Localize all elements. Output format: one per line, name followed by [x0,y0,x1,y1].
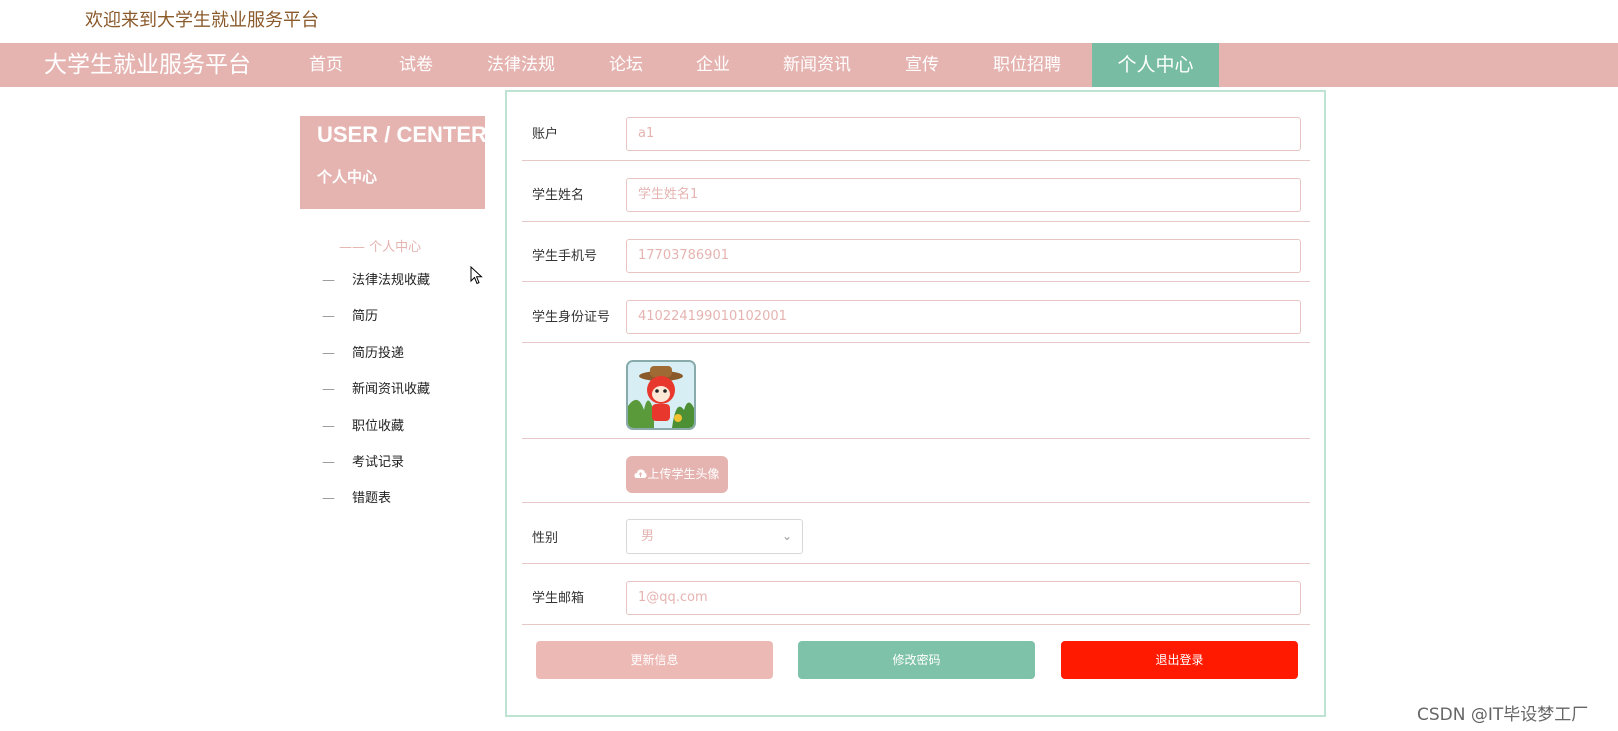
sidebar-item-label: 新闻资讯收藏 [352,382,431,397]
dash-icon: — [322,491,335,506]
gender-selected-value: 男 [641,529,655,544]
divider [522,221,1310,222]
nav-jobs[interactable]: 职位招聘 [993,43,1061,87]
dash-icon: — [322,346,335,361]
user-center-title-cn: 个人中心 [317,168,378,186]
student-email-label: 学生邮箱 [532,591,585,606]
upload-avatar-button[interactable]: 上传学生头像 [626,456,728,493]
welcome-text: 欢迎来到大学生就业服务平台 [85,10,319,31]
sidebar-item-resume-delivery[interactable]: — 简历投递 [322,344,404,364]
account-label: 账户 [532,127,559,142]
sidebar-item-resume[interactable]: — 简历 [322,307,378,327]
divider [522,502,1310,503]
nav-exam[interactable]: 试卷 [399,43,433,87]
upload-avatar-label: 上传学生头像 [647,467,720,481]
nav-company[interactable]: 企业 [696,43,730,87]
nav-promo[interactable]: 宣传 [905,43,939,87]
sidebar-item-news-favorites[interactable]: — 新闻资讯收藏 [322,380,430,400]
sidebar-item-label: 法律法规收藏 [352,273,431,288]
divider [522,281,1310,282]
update-info-button[interactable]: 更新信息 [536,641,773,679]
brand-title[interactable]: 大学生就业服务平台 [44,43,251,87]
student-email-input[interactable]: 1@qq.com [626,581,1301,615]
dash-icon: — [322,309,335,324]
sidebar-item-wrong-questions[interactable]: — 错题表 [322,489,391,509]
student-avatar-image [626,360,696,430]
student-idcard-label: 学生身份证号 [532,310,611,325]
student-phone-input[interactable]: 17703786901 [626,239,1301,273]
student-idcard-input[interactable]: 410224199010102001 [626,300,1301,334]
student-phone-label: 学生手机号 [532,249,598,264]
top-navbar: 大学生就业服务平台 首页 试卷 法律法规 论坛 企业 新闻资讯 宣传 职位招聘 … [0,43,1618,87]
sidebar-item-label: 考试记录 [352,455,405,470]
gender-label: 性别 [532,531,559,546]
watermark: CSDN @IT毕设梦工厂 [1417,705,1589,725]
divider [522,342,1310,343]
gender-select[interactable]: 男 ⌄ [626,519,803,554]
student-name-label: 学生姓名 [532,188,585,203]
mouse-cursor-icon [470,266,483,285]
change-password-button[interactable]: 修改密码 [798,641,1035,679]
dash-icon: — [322,273,335,288]
sidebar-item-label: 简历投递 [352,346,405,361]
chevron-down-icon: ⌄ [781,529,792,543]
nav-forum[interactable]: 论坛 [609,43,643,87]
sidebar-item-label: 错题表 [352,491,392,506]
sidebar-item-exam-records[interactable]: — 考试记录 [322,453,404,473]
avatar-cartoon-icon [628,362,694,428]
dash-icon: — [322,382,335,397]
sidebar-item-law-favorites[interactable]: — 法律法规收藏 [322,271,430,291]
nav-home[interactable]: 首页 [309,43,343,87]
cloud-upload-icon [634,469,648,478]
divider [522,438,1310,439]
sidebar-item-label: 简历 [352,309,379,324]
sidebar-item-job-favorites[interactable]: — 职位收藏 [322,417,404,437]
divider [522,160,1310,161]
divider [522,624,1310,625]
dash-icon: — [322,455,335,470]
logout-button[interactable]: 退出登录 [1061,641,1298,679]
nav-law[interactable]: 法律法规 [487,43,555,87]
user-center-title-en: USER / CENTER [317,122,487,147]
user-center-header: USER / CENTER 个人中心 [300,116,487,209]
sidebar-item-label: 职位收藏 [352,419,405,434]
account-input[interactable]: a1 [626,117,1301,151]
dash-icon: — [322,419,335,434]
student-name-input[interactable]: 学生姓名1 [626,178,1301,212]
sidebar-current-item[interactable]: —— 个人中心 [339,236,421,255]
divider [522,563,1310,564]
nav-news[interactable]: 新闻资讯 [783,43,851,87]
nav-user-center[interactable]: 个人中心 [1092,43,1219,87]
